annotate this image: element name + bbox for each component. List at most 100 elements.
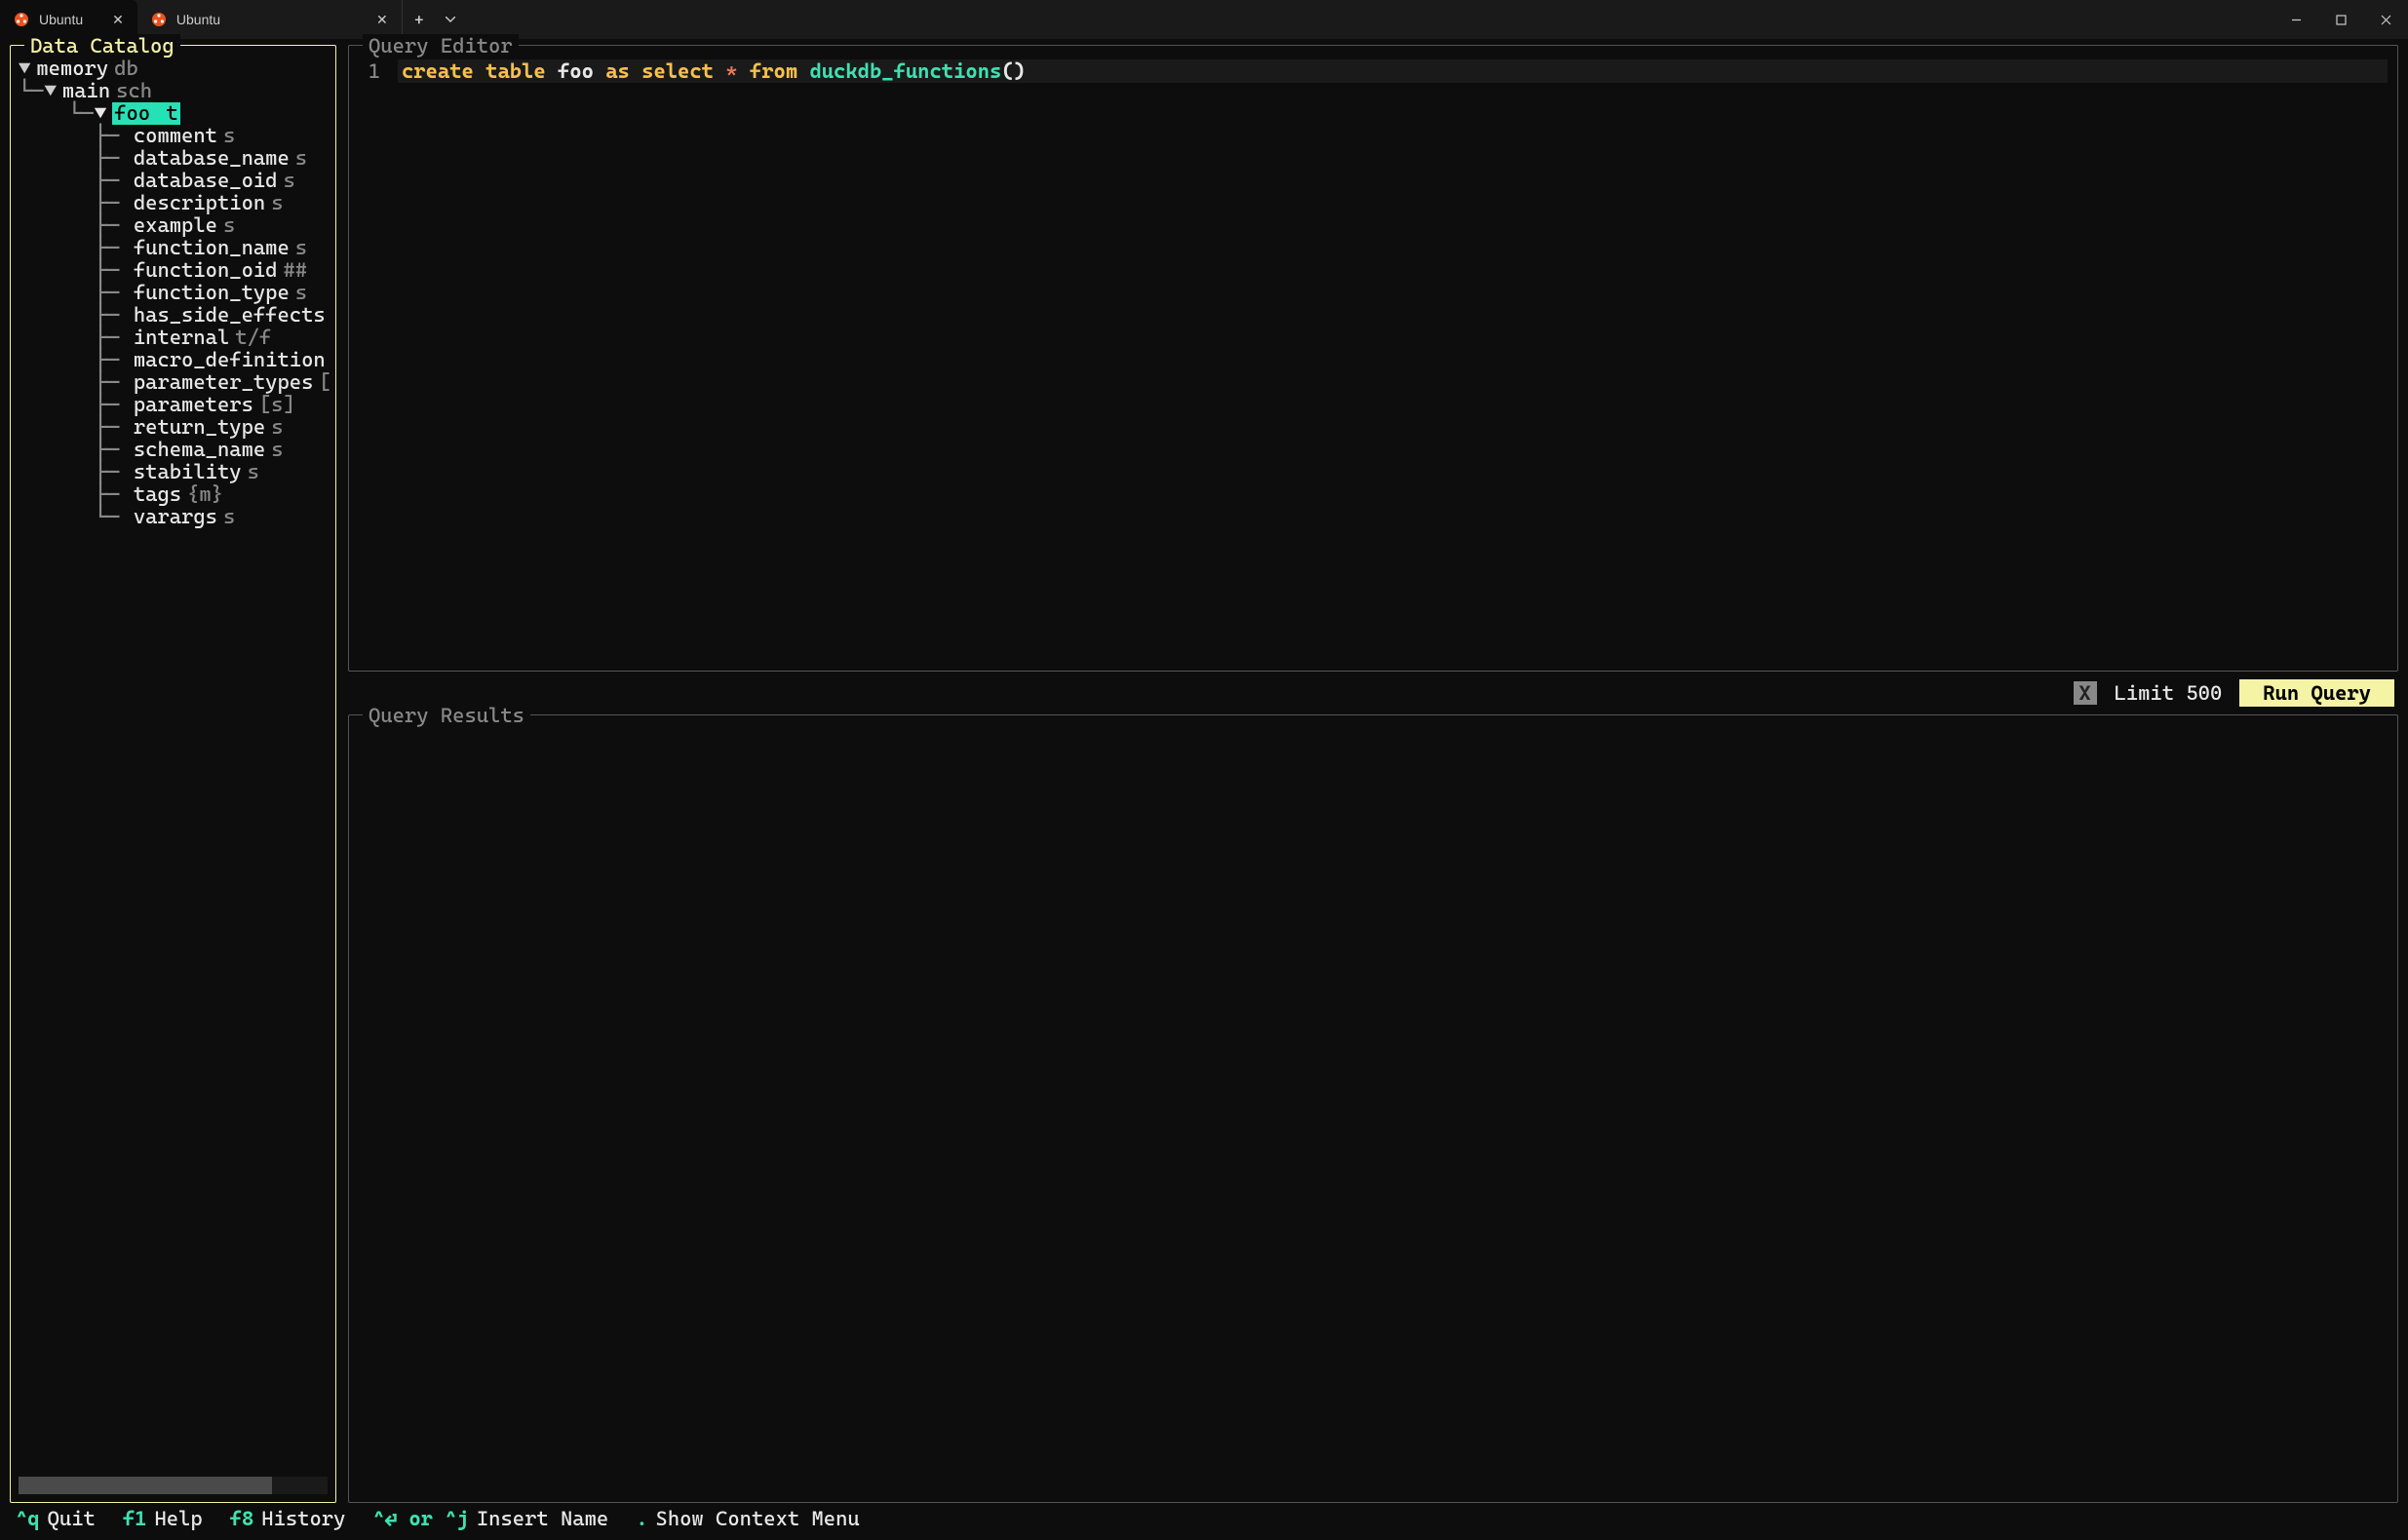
tree-column-node[interactable]: ├─schema_names xyxy=(95,439,331,461)
column-name: parameters xyxy=(134,394,253,416)
column-type: s xyxy=(295,237,307,259)
tree-column-node[interactable]: ├─tags{m} xyxy=(95,483,331,506)
tree-column-node[interactable]: ├─internalt/f xyxy=(95,327,331,349)
column-name: description xyxy=(134,192,265,214)
close-icon[interactable]: ✕ xyxy=(376,12,388,28)
scrollbar-thumb[interactable] xyxy=(19,1477,272,1494)
column-name: tags xyxy=(134,483,181,506)
close-window-button[interactable] xyxy=(2363,0,2408,39)
column-name: function_name xyxy=(134,237,290,259)
column-name: schema_name xyxy=(134,439,265,461)
column-name: function_type xyxy=(134,282,290,304)
tree-column-node[interactable]: ├─comment s xyxy=(95,125,331,147)
close-icon[interactable]: ✕ xyxy=(112,12,124,28)
column-name: has_side_effects xyxy=(134,304,326,327)
horizontal-scrollbar[interactable] xyxy=(19,1477,328,1494)
footer-hint: f8History xyxy=(230,1507,346,1530)
tree-db-node[interactable]: ▼ memory db xyxy=(19,58,328,80)
tree-branch-icon: ├─ xyxy=(95,461,134,483)
minimize-button[interactable] xyxy=(2273,0,2318,39)
column-name: return_type xyxy=(134,416,265,439)
column-type: s xyxy=(248,461,259,483)
tree-table-node[interactable]: ▼ foo t xyxy=(95,102,331,125)
tree-branch-icon: └─ xyxy=(19,80,45,528)
catalog-tree[interactable]: ▼ memory db └─ ▼ main sch xyxy=(11,46,335,1473)
tree-branch-icon: └─ xyxy=(95,506,134,528)
tree-column-node[interactable]: ├─parameter_types[ xyxy=(95,371,331,394)
tree-branch-icon: ├─ xyxy=(95,125,134,147)
tree-column-node[interactable]: ├─has_side_effects xyxy=(95,304,331,327)
maximize-button[interactable] xyxy=(2318,0,2363,39)
footer-hint: f1Help xyxy=(123,1507,203,1530)
query-editor-panel[interactable]: Query Editor 1 create table foo as selec… xyxy=(348,45,2398,672)
line-number: 1 xyxy=(359,59,398,83)
tab-title: Ubuntu xyxy=(176,12,220,27)
limit-checkbox[interactable]: X xyxy=(2074,681,2097,705)
tree-column-node[interactable]: ├─return_type s xyxy=(95,416,331,439)
column-name: database_name xyxy=(134,147,290,170)
tree-schema-node[interactable]: ▼ main sch xyxy=(45,80,331,102)
footer-key: ^⏎ or ^j xyxy=(372,1507,468,1530)
column-name: comment xyxy=(134,125,217,147)
terminal-window: Ubuntu ✕ Ubuntu ✕ + Data Catalog xyxy=(0,0,2408,1540)
tab-ubuntu-2[interactable]: Ubuntu ✕ xyxy=(137,0,403,39)
data-catalog-panel[interactable]: Data Catalog ▼ memory db └─ ▼ main xyxy=(10,45,336,1503)
footer-key: f1 xyxy=(123,1507,147,1530)
tree-column-node[interactable]: ├─parameters[s] xyxy=(95,394,331,416)
column-type: ## xyxy=(283,259,307,282)
triangle-down-icon[interactable]: ▼ xyxy=(19,58,30,80)
tab-dropdown-button[interactable] xyxy=(436,0,465,39)
panel-title: Data Catalog xyxy=(24,34,180,58)
tree-branch-icon: ├─ xyxy=(95,192,134,214)
editor-body[interactable]: 1 create table foo as select * from duck… xyxy=(349,46,2397,93)
tree-column-node[interactable]: └─varargss xyxy=(95,506,331,528)
column-type: s xyxy=(223,214,235,237)
tree-branch-icon: ├─ xyxy=(95,371,134,394)
limit-label: Limit 500 xyxy=(2115,681,2223,705)
tree-column-node[interactable]: ├─function_oid## xyxy=(95,259,331,282)
triangle-down-icon[interactable]: ▼ xyxy=(95,102,106,125)
column-type: s xyxy=(271,416,283,439)
column-type: {m} xyxy=(187,483,223,506)
tree-column-node[interactable]: ├─database_oids xyxy=(95,170,331,192)
tree-branch-icon: ├─ xyxy=(95,259,134,282)
titlebar: Ubuntu ✕ Ubuntu ✕ + xyxy=(0,0,2408,39)
run-query-button[interactable]: Run Query xyxy=(2239,679,2394,707)
tree-column-node[interactable]: ├─function_types xyxy=(95,282,331,304)
tree-column-node[interactable]: ├─database_names xyxy=(95,147,331,170)
footer-key: . xyxy=(636,1507,647,1530)
column-type: [ xyxy=(319,371,330,394)
window-controls xyxy=(2273,0,2408,39)
new-tab-button[interactable]: + xyxy=(403,0,436,39)
tree-column-node[interactable]: ├─stabilitys xyxy=(95,461,331,483)
ubuntu-icon xyxy=(151,12,167,27)
tree-column-node[interactable]: ├─macro_definition xyxy=(95,349,331,371)
code-line[interactable]: create table foo as select * from duckdb… xyxy=(398,59,2388,83)
tree-branch-icon: ├─ xyxy=(95,147,134,170)
column-type: s xyxy=(223,125,235,147)
footer-hint: ^qQuit xyxy=(16,1507,96,1530)
column-name: varargs xyxy=(134,506,217,528)
editor-controls: X Limit 500 Run Query xyxy=(348,679,2398,707)
footer-label: Insert Name xyxy=(477,1507,608,1530)
tab-ubuntu-1[interactable]: Ubuntu ✕ xyxy=(0,0,137,39)
column-name: example xyxy=(134,214,217,237)
tree-column-node[interactable]: ├─function_names xyxy=(95,237,331,259)
tree-branch-icon: ├─ xyxy=(95,237,134,259)
triangle-down-icon[interactable]: ▼ xyxy=(45,80,57,102)
footer-help: ^qQuit f1Help f8History ^⏎ or ^j Insert Name… xyxy=(10,1503,2398,1536)
column-name: macro_definition xyxy=(134,349,326,371)
panel-title: Query Results xyxy=(363,704,530,727)
tree-column-node[interactable]: ├─examples xyxy=(95,214,331,237)
footer-hint: . Show Context Menu xyxy=(636,1507,860,1530)
tree-branch-icon: ├─ xyxy=(95,416,134,439)
column-type: s xyxy=(295,147,307,170)
footer-label: Quit xyxy=(48,1507,96,1530)
tree-branch-icon: └─ xyxy=(45,102,95,528)
tree-branch-icon: ├─ xyxy=(95,439,134,461)
tree-branch-icon: ├─ xyxy=(95,304,134,327)
tree-column-node[interactable]: ├─descriptions xyxy=(95,192,331,214)
footer-label: Show Context Menu xyxy=(656,1507,860,1530)
footer-hint: ^⏎ or ^j Insert Name xyxy=(372,1507,608,1530)
column-type: [s] xyxy=(259,394,295,416)
